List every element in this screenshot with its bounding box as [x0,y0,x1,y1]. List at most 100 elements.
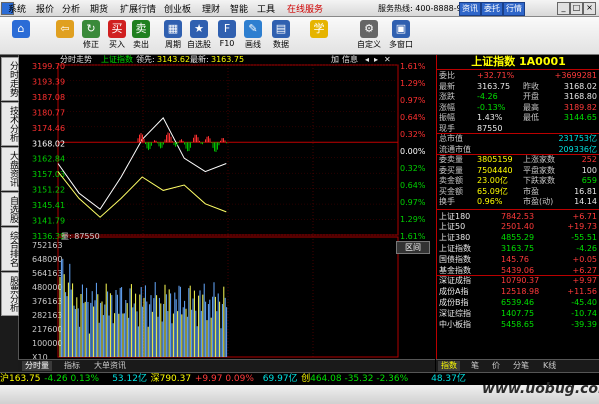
quote-label: 买金额 [439,186,463,196]
index-row[interactable]: 基金指数 5439.06 +6.27 [439,266,597,275]
index-row[interactable]: 上证指数 3163.75 -4.26 [439,244,597,253]
ticker-item: +9.97 0.09% [194,374,254,384]
quote-label: 振幅 [439,113,455,122]
toolbar-button-数据[interactable]: ▤ 数据 [266,19,296,53]
menu-item-3[interactable]: 期货 [90,2,108,15]
index-row[interactable]: 上证50 2501.40 +19.73 [439,222,597,231]
left-sidebar: 分时走势 技术分析 大盘资讯 自选股 综合排名 股票分析 [0,55,19,372]
quote-row: 振幅 1.43% 最低 3144.65 [439,113,597,122]
index-row[interactable]: 成份A指 12518.98 +11.56 [439,287,597,296]
close-icon[interactable]: × [583,2,596,15]
quote-tab-2[interactable]: 价 [489,361,503,371]
toolbar-button-home-icon[interactable]: ⌂ [6,19,36,53]
add-button[interactable]: 加 [331,55,339,65]
quote-value: +32.71% [477,71,515,80]
index-change: +19.73 [567,222,597,232]
index-change: +0.05 [572,254,597,264]
menu-item-0[interactable]: 系统 [8,2,26,15]
index-row[interactable]: 成份B指 6539.46 -45.40 [439,298,597,307]
index-name: 中小板指 [439,319,471,329]
top-button-2[interactable]: 行情 [503,2,525,16]
sidebar-tab-2[interactable]: 大盘资讯 [1,147,19,191]
interval-button[interactable]: 区间 [396,241,430,254]
index-row[interactable]: 中小板指 5458.65 -39.39 [439,320,597,329]
index-name: 成份B指 [439,297,469,307]
index-row[interactable]: 上证380 4855.29 -55.51 [439,233,597,242]
quote-tab-0[interactable]: 指数 [438,361,460,371]
index-name: 上证指数 [439,243,471,253]
quote-row: 涨幅 -0.13% 最高 3189.82 [439,103,597,112]
maximize-icon[interactable]: □ [570,2,583,15]
bottom-tab-2[interactable]: 大单资讯 [91,361,129,371]
toolbar-button-画线[interactable]: ✎ 画线 [238,19,268,53]
learn-icon: 学 [310,20,328,38]
sidebar-tab-5[interactable]: 股票分析 [1,272,19,316]
home-icon: ⌂ [12,20,30,38]
price-tick-label: 3174.46 [32,124,65,133]
menu-item-1[interactable]: 报价 [36,2,54,15]
index-row[interactable]: 深证综指 1407.75 -10.74 [439,309,597,318]
index-change: -10.74 [571,308,597,318]
index-price: 5458.65 [501,319,535,329]
sidebar-tab-1[interactable]: 技术分析 [1,102,19,146]
menu-item-4[interactable]: 扩展行情 [120,2,156,15]
menu-bar: 系统 报价 分析 期货 扩展行情 创业板 理财 智能 工具 在线服务 服务热线: 400-8888-… [0,0,599,17]
volume-tick-label: 648090 [32,255,63,264]
chart-info-bar: 分时走势 上证指数 领先: 3143.62 最新: 3163.75 加 信息 ◂… [18,55,435,65]
info-button[interactable]: 信息 [342,55,358,65]
quote-row: 涨跌 -4.26 开盘 3168.80 [439,92,597,101]
index-name: 深证综指 [439,308,471,318]
index-name-label: 上证指数 [101,55,133,64]
toolbar-button-自选股[interactable]: ★ 自选股 [184,19,214,53]
top-button-1[interactable]: 委托 [481,2,503,16]
sidebar-tab-0[interactable]: 分时走势 [1,57,19,101]
quote-row: 现手 87550 [439,124,597,133]
index-row[interactable]: 国债指数 145.76 +0.05 [439,255,597,264]
pct-tick-label: 1.29% [400,215,426,224]
menu-item-7[interactable]: 智能 [230,2,248,15]
index-price: 2501.40 [501,222,535,232]
quote-label: 涨跌 [439,92,455,101]
minimize-icon[interactable]: _ [557,2,570,15]
chart-mode-label: 分时走势 [60,55,92,64]
index-row[interactable]: 上证180 7842.53 +6.71 [439,212,597,221]
quote-value: 0.96% [477,197,503,206]
bottom-tab-1[interactable]: 指标 [61,361,83,371]
quote-panel: 上证指数 1A0001 委比 +32.71% +3699281 最新 3163.75 昨收… [436,55,599,372]
sidebar-tab-3[interactable]: 自选股 [1,192,19,226]
next-arrow-icon[interactable]: ▸ [374,55,378,65]
prev-arrow-icon[interactable]: ◂ [365,55,369,65]
quote-tab-3[interactable]: 分笔 [510,361,532,371]
price-tick-label: 3193.39 [32,77,65,86]
quote-tab-4[interactable]: K线 [540,361,559,371]
bottom-tab-0[interactable]: 分时量 [22,361,52,371]
volume-tick-label: 564163 [32,269,63,278]
toolbar-button-卖出[interactable]: 卖卖出 [126,19,156,53]
toolbar-button-多窗口[interactable]: ▣ 多窗口 [386,19,416,53]
menu-item-6[interactable]: 理财 [202,2,220,15]
quote-label: 平盘家数 [523,165,555,175]
latest-value: 3163.75 [211,55,245,64]
quote-value: 100 [581,165,597,175]
index-change: +11.56 [567,287,597,297]
toolbar-button-自定义[interactable]: ⚙ 自定义 [354,19,384,53]
quote-tab-1[interactable]: 笔 [468,361,482,371]
menu-item-2[interactable]: 分析 [62,2,80,15]
menu-item-8[interactable]: 工具 [257,2,275,15]
sidebar-tab-4[interactable]: 综合排名 [1,227,19,271]
close-chart-icon[interactable]: ✕ [384,55,391,65]
multi-window-icon: ▣ [392,20,410,38]
index-price: 10790.37 [501,276,540,286]
index-name: 上证380 [439,233,471,243]
quote-label: 最高 [523,102,539,112]
top-button-0[interactable]: 资讯 [459,2,481,16]
index-row[interactable]: 深证成指 10790.37 +9.97 [439,276,597,285]
index-change: -45.40 [571,297,597,307]
menu-item-5[interactable]: 创业板 [164,2,191,15]
price-tick-label: 3145.41 [32,201,65,210]
menu-item-9[interactable]: 在线服务 [287,2,323,15]
toolbar-button-learn-icon[interactable]: 学 [304,19,334,53]
quote-label: 卖金额 [439,176,463,185]
index-name: 基金指数 [439,265,471,275]
draw-line-icon: ✎ [244,20,262,38]
